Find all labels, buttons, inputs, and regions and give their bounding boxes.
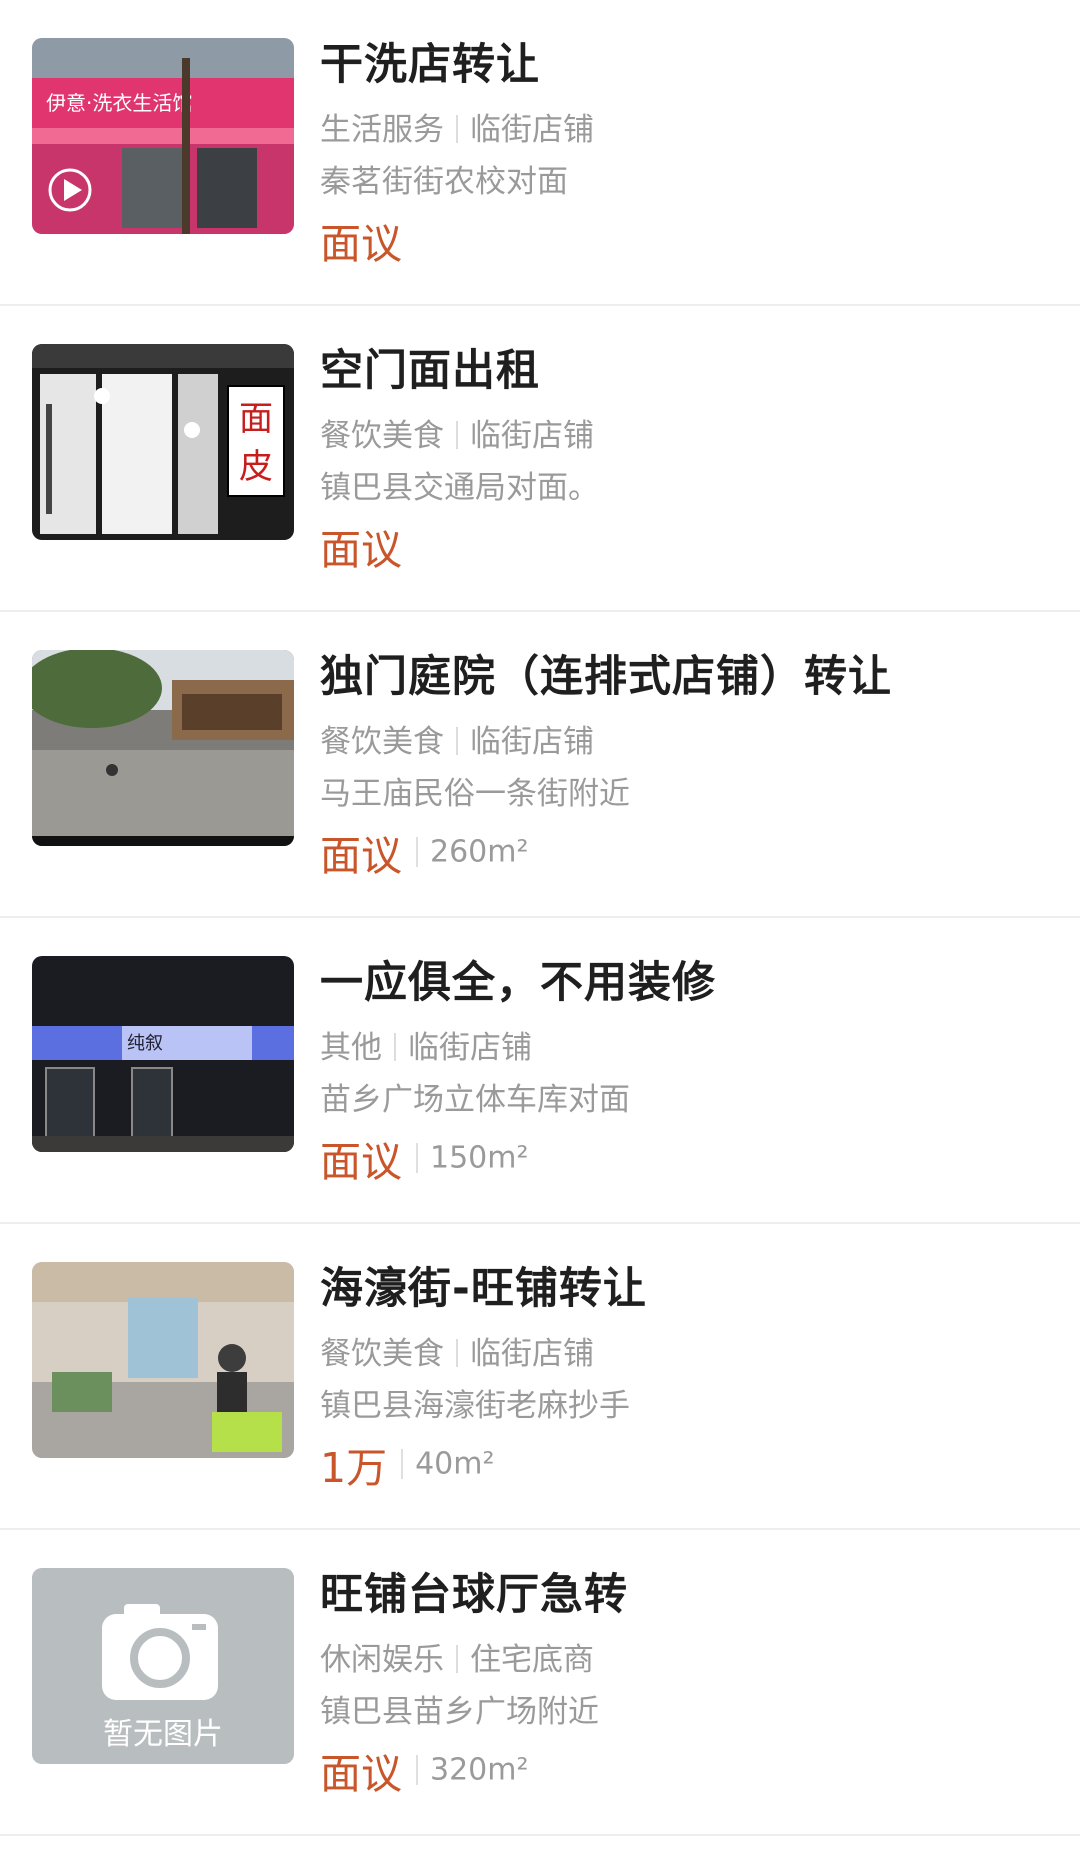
listing-address: 镇巴县苗乡广场附近 [320,1694,599,1730]
listing-area: 40m² [415,1446,495,1482]
tag-divider [456,1339,458,1367]
listing-thumbnail[interactable]: 暂无图片 [32,1568,294,1764]
listing-area: 260m² [430,834,529,870]
listing-category: 生活服务 [320,112,444,148]
listing-item[interactable]: 暂无图片 旺铺台球厅急转 休闲娱乐 住宅底商 镇巴县苗乡广场附近 面议 320m² [0,1530,1080,1836]
listing-title[interactable]: 空门面出租 [320,336,540,398]
listing-thumbnail[interactable]: 面 皮 [32,344,294,540]
svg-text:伊意·洗衣生活馆: 伊意·洗衣生活馆 [46,91,192,115]
listing-price-row: 面议 [320,516,402,576]
listing-title[interactable]: 旺铺台球厅急转 [320,1560,628,1622]
svg-text:暂无图片: 暂无图片 [103,1717,223,1752]
listing-type: 住宅底商 [470,1642,594,1678]
listing-title[interactable]: 海濠街-旺铺转让 [320,1254,647,1316]
listing-address: 镇巴县海濠街老麻抄手 [320,1388,630,1424]
tag-divider [456,115,458,143]
tag-divider [456,727,458,755]
listing-category: 餐饮美食 [320,1336,444,1372]
listing-price: 面议 [320,220,402,268]
listing-type: 临街店铺 [470,724,594,760]
listing-price-row: 面议 [320,210,402,270]
svg-text:纯叙: 纯叙 [127,1033,163,1054]
listing-price: 1万 [320,1444,388,1492]
listing-type: 临街店铺 [470,1336,594,1372]
listing-price-row: 面议 150m² [320,1128,529,1188]
listing-type: 临街店铺 [470,112,594,148]
listing-tags: 餐饮美食 临街店铺 [320,716,594,761]
listing-category: 餐饮美食 [320,418,444,454]
price-area-divider [416,1755,418,1785]
listing-tags: 休闲娱乐 住宅底商 [320,1634,594,1679]
tag-divider [456,1645,458,1673]
price-area-divider [401,1449,404,1479]
listing-thumbnail[interactable]: 纯叙 [32,956,294,1152]
listing-price: 面议 [320,1750,402,1798]
listing-tags: 餐饮美食 临街店铺 [320,410,594,455]
listing-item[interactable]: 伊意·洗衣生活馆 干洗店转让 生活服务 临街店铺 秦茗街街农校对面 面议 [0,0,1080,306]
tag-divider [394,1033,396,1061]
price-area-divider [416,1143,418,1173]
listing-item[interactable]: 纯叙 一应俱全，不用装修 其他 临街店铺 苗乡广场立体车库对面 面议 150m² [0,918,1080,1224]
listing-address: 苗乡广场立体车库对面 [320,1082,630,1118]
tag-divider [456,421,458,449]
listing-price-row: 1万 40m² [320,1434,495,1494]
listing-price-row: 面议 320m² [320,1740,529,1800]
listing-list: 伊意·洗衣生活馆 干洗店转让 生活服务临街店铺 秦茗街街农校对面 面议 面 皮 [0,0,1080,1836]
svg-text:面: 面 [239,399,273,439]
listing-price: 面议 [320,832,402,880]
listing-tags: 其他 临街店铺 [320,1022,532,1067]
listing-title[interactable]: 独门庭院（连排式店铺）转让 [320,642,892,704]
price-area-divider [416,837,418,867]
listing-title[interactable]: 干洗店转让 [320,30,540,92]
listing-type: 临街店铺 [408,1030,532,1066]
listing-item[interactable]: 海濠街-旺铺转让 餐饮美食 临街店铺 镇巴县海濠街老麻抄手 1万 40m² [0,1224,1080,1530]
listing-thumbnail[interactable] [32,1262,294,1458]
listing-thumbnail[interactable] [32,650,294,846]
listing-address: 马王庙民俗一条街附近 [320,776,630,812]
listing-type: 临街店铺 [470,418,594,454]
listing-tags: 生活服务 临街店铺 [320,104,594,149]
listing-tags: 餐饮美食 临街店铺 [320,1328,594,1373]
listing-item[interactable]: 面 皮 空门面出租 餐饮美食 临街店铺 镇巴县交通局对面。 面议 [0,306,1080,612]
listing-area: 150m² [430,1140,529,1176]
listing-price: 面议 [320,1138,402,1186]
svg-text:皮: 皮 [239,447,273,487]
listing-address: 秦茗街街农校对面 [320,164,568,200]
listing-thumbnail[interactable]: 伊意·洗衣生活馆 [32,38,294,234]
listing-title[interactable]: 一应俱全，不用装修 [320,948,716,1010]
listing-area: 320m² [430,1752,529,1788]
listing-item[interactable]: 独门庭院（连排式店铺）转让 餐饮美食 临街店铺 马王庙民俗一条街附近 面议 260m… [0,612,1080,918]
listing-price-row: 面议 260m² [320,822,529,882]
listing-category: 其他 [320,1030,382,1066]
listing-price: 面议 [320,526,402,574]
listing-category: 餐饮美食 [320,724,444,760]
listing-category: 休闲娱乐 [320,1642,444,1678]
listing-address: 镇巴县交通局对面。 [320,470,599,506]
